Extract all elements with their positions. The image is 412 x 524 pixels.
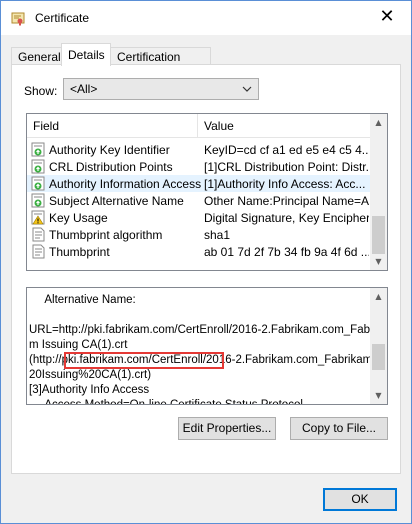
warning-cert-icon xyxy=(31,210,46,225)
field-name: CRL Distribution Points xyxy=(49,160,173,174)
list-item[interactable]: Thumbprint algorithm sha1 xyxy=(27,226,370,243)
field-value: Digital Signature, Key Encipher... xyxy=(204,211,369,225)
document-icon xyxy=(31,227,46,242)
field-name: Thumbprint xyxy=(49,245,110,259)
cert-field-icon xyxy=(31,176,46,191)
field-name: Authority Information Access xyxy=(49,177,202,191)
show-label: Show: xyxy=(24,84,58,98)
edit-properties-button[interactable]: Edit Properties... xyxy=(178,417,276,440)
field-rows: Authority Key Identifier KeyID=cd cf a1 … xyxy=(27,141,370,260)
list-item[interactable]: Authority Key Identifier KeyID=cd cf a1 … xyxy=(27,141,370,158)
field-value: Other Name:Principal Name=A... xyxy=(204,194,369,208)
scroll-up-icon[interactable]: ▲ xyxy=(370,288,387,305)
scroll-down-icon[interactable]: ▼ xyxy=(370,387,387,404)
field-name: Authority Key Identifier xyxy=(49,143,170,157)
window-title: Certificate xyxy=(35,11,90,25)
scrollbar-thumb[interactable] xyxy=(372,216,385,254)
field-name: Key Usage xyxy=(49,211,108,225)
list-item[interactable]: Subject Alternative Name Other Name:Prin… xyxy=(27,192,370,209)
field-name: Thumbprint algorithm xyxy=(49,228,163,242)
field-value: ab 01 7d 2f 7b 34 fb 9a 4f 6d ... xyxy=(204,245,369,259)
url-highlight-box xyxy=(64,352,224,369)
field-value: sha1 xyxy=(204,228,231,242)
document-icon xyxy=(31,244,46,259)
scrollbar-thumb[interactable] xyxy=(372,344,385,370)
list-item[interactable]: Thumbprint ab 01 7d 2f 7b 34 fb 9a 4f 6d… xyxy=(27,243,370,260)
close-icon[interactable]: ✕ xyxy=(377,7,397,27)
scroll-down-icon[interactable]: ▼ xyxy=(370,253,387,270)
column-header-value[interactable]: Value xyxy=(204,119,234,133)
field-value: KeyID=cd cf a1 ed e5 e4 c5 4... xyxy=(204,143,369,157)
field-detail-textbox[interactable]: Alternative Name: URL=http://pki.fabrika… xyxy=(26,287,388,405)
details-panel: Show: <All> Field Value Authority Key Id… xyxy=(11,64,401,474)
certificate-dialog: Certificate ✕ General Details Certificat… xyxy=(0,0,412,524)
field-name: Subject Alternative Name xyxy=(49,194,184,208)
list-header: Field Value xyxy=(27,114,370,138)
list-item[interactable]: CRL Distribution Points [1]CRL Distribut… xyxy=(27,158,370,175)
title-bar: Certificate ✕ xyxy=(1,1,411,35)
column-divider[interactable] xyxy=(197,114,198,138)
list-item-selected[interactable]: Authority Information Access [1]Authorit… xyxy=(27,175,370,192)
column-header-field[interactable]: Field xyxy=(33,119,59,133)
cert-field-icon xyxy=(31,159,46,174)
list-item[interactable]: Key Usage Digital Signature, Key Enciphe… xyxy=(27,209,370,226)
scroll-up-icon[interactable]: ▲ xyxy=(370,114,387,131)
field-detail-text: Alternative Name: URL=http://pki.fabrika… xyxy=(29,294,388,405)
show-dropdown-value: <All> xyxy=(70,82,98,96)
tab-details[interactable]: Details xyxy=(61,43,111,66)
cert-field-icon xyxy=(31,142,46,157)
copy-to-file-button[interactable]: Copy to File... xyxy=(290,417,388,440)
field-list[interactable]: Field Value Authority Key Identifier Key… xyxy=(26,113,388,271)
field-value: [1]CRL Distribution Point: Distr... xyxy=(204,160,369,174)
field-list-scrollbar[interactable]: ▲ ▼ xyxy=(370,114,387,270)
chevron-down-icon xyxy=(242,83,252,93)
cert-field-icon xyxy=(31,193,46,208)
field-value: [1]Authority Info Access: Acc... xyxy=(204,177,366,191)
ok-button[interactable]: OK xyxy=(323,488,397,511)
detail-scrollbar[interactable]: ▲ ▼ xyxy=(370,288,387,404)
show-dropdown[interactable]: <All> xyxy=(63,78,259,100)
certificate-icon xyxy=(11,12,25,26)
